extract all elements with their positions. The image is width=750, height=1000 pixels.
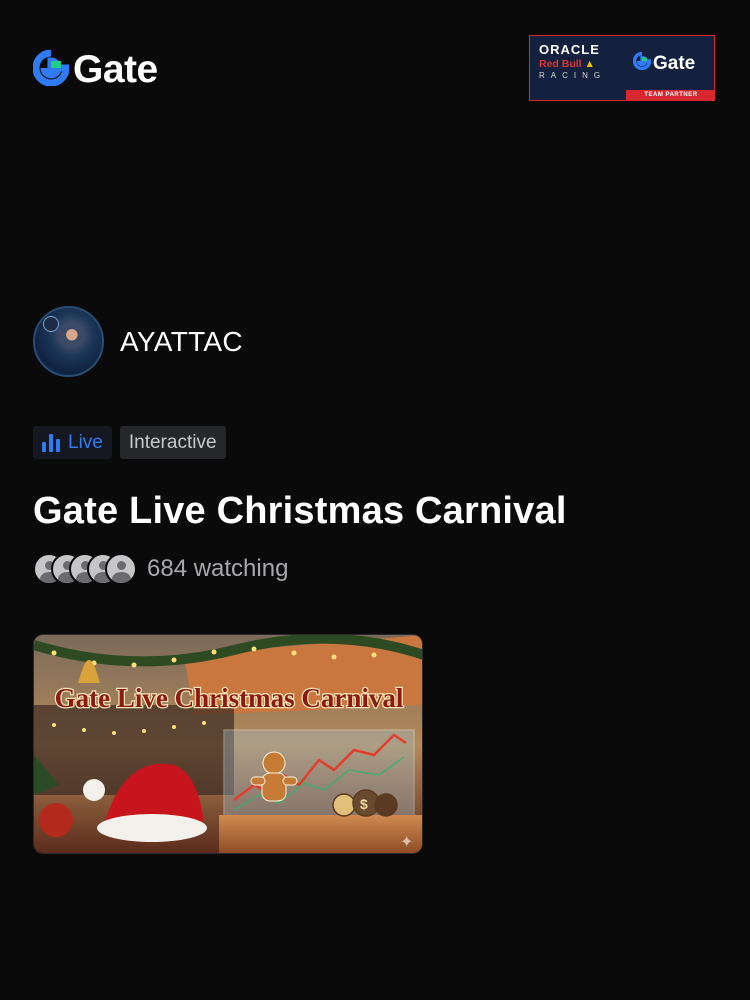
partner-gate-logo: Gate <box>632 51 695 75</box>
live-badge: Live <box>33 426 112 459</box>
stream-title: Gate Live Christmas Carnival <box>33 490 567 532</box>
team-partner-badge: ORACLE Red Bull ▲ RACING Gate TEAM PARTN… <box>529 35 715 101</box>
interactive-badge: Interactive <box>119 426 226 459</box>
live-label: Live <box>68 431 103 453</box>
viewer-avatars <box>33 553 137 585</box>
cover-title-text: Gate Live Christmas Carnival <box>55 683 404 713</box>
stream-cover-image[interactable]: $ Gate Live Christmas Carnival ✦ <box>33 634 423 854</box>
redbull-wordmark: Red Bull ▲ <box>539 58 595 70</box>
gate-logo-icon <box>32 49 70 91</box>
page: Gate ORACLE Red Bull ▲ RACING Gate TEAM … <box>0 0 750 1000</box>
racing-wordmark: RACING <box>539 71 607 80</box>
live-bars-icon <box>42 433 60 452</box>
viewer-count: 684 watching <box>147 555 289 582</box>
host-avatar[interactable] <box>33 306 104 377</box>
gate-logo-icon <box>632 51 652 75</box>
gate-logo-text: Gate <box>73 48 158 91</box>
stream-tags: Live Interactive <box>33 426 226 459</box>
coin-dollar-icon: $ <box>360 796 368 812</box>
viewer-avatar-icon <box>105 553 137 585</box>
gate-logo[interactable]: Gate <box>32 48 158 92</box>
interactive-label: Interactive <box>128 431 217 453</box>
team-partner-strip: TEAM PARTNER <box>626 90 714 100</box>
host-name[interactable]: AYATTAC <box>120 326 243 358</box>
oracle-wordmark: ORACLE <box>539 42 600 57</box>
host-info[interactable]: AYATTAC <box>33 306 243 377</box>
viewer-summary: 684 watching <box>33 553 288 585</box>
bull-icon: ▲ <box>584 58 595 70</box>
sparkle-icon: ✦ <box>400 832 413 851</box>
